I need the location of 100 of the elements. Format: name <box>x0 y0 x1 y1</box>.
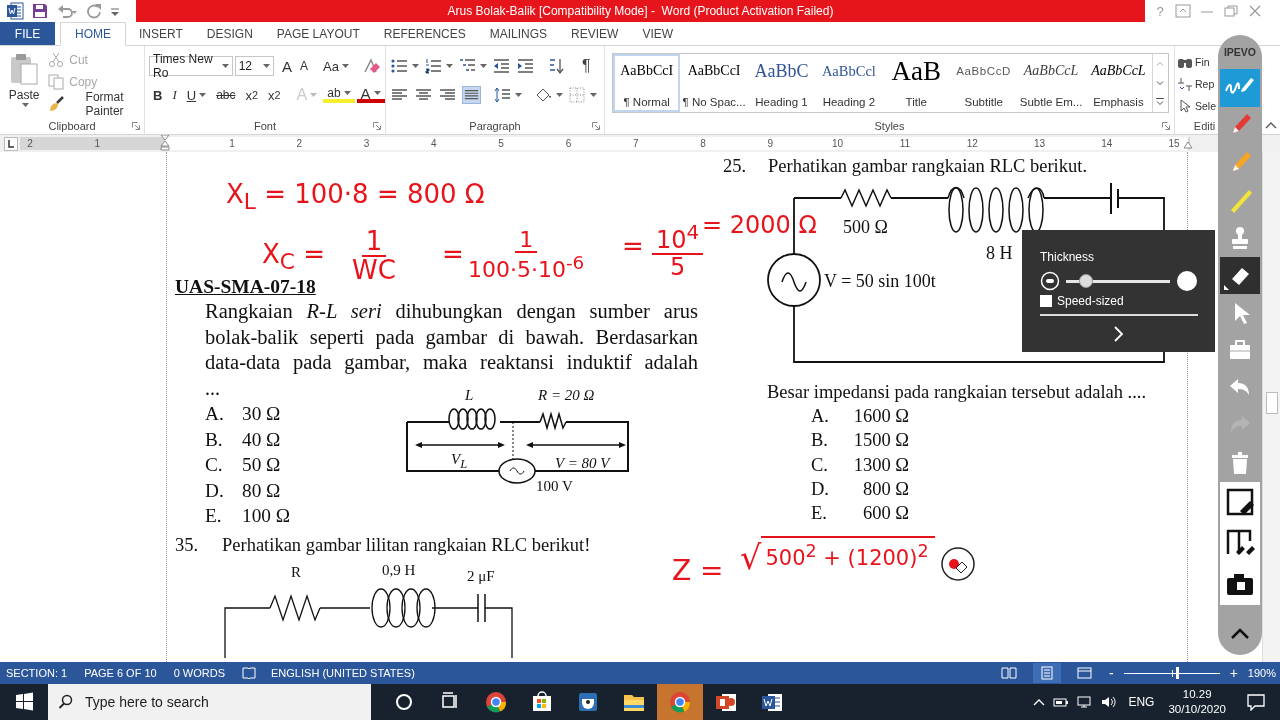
thickness-slider[interactable] <box>1066 274 1170 288</box>
caret-icon[interactable] <box>515 92 522 98</box>
caret-icon[interactable] <box>446 63 453 69</box>
dialog-launcher-icon[interactable] <box>132 121 140 130</box>
dialog-launcher-icon[interactable] <box>592 121 600 130</box>
bold-button[interactable]: B <box>149 85 167 105</box>
caret-icon[interactable] <box>263 63 271 69</box>
language-status[interactable]: ENGLISH (UNITED STATES) <box>271 667 415 679</box>
dialog-launcher-icon[interactable] <box>1162 121 1170 130</box>
ribbon-tab[interactable]: INSERT <box>128 22 194 45</box>
format-painter-button[interactable]: Format Painter <box>48 93 140 114</box>
zoom-slider[interactable] <box>1123 666 1220 680</box>
ribbon-display-icon[interactable] <box>1175 4 1191 18</box>
handwritten-note: 10$^{4}$ <box>652 222 704 256</box>
shading-icon[interactable] <box>534 86 553 104</box>
close-icon[interactable] <box>1247 4 1263 18</box>
ribbon-tab[interactable]: HOME <box>60 22 126 46</box>
find-button[interactable]: Fin <box>1177 51 1210 72</box>
clock-time[interactable]: 10.29 <box>1182 687 1212 702</box>
option-letter: A. <box>205 402 225 426</box>
ribbon-tab[interactable]: PAGE LAYOUT <box>265 22 371 45</box>
web-view-icon[interactable] <box>1076 665 1094 681</box>
next-chevron-icon[interactable] <box>1112 325 1126 343</box>
ribbon-tab[interactable]: REVIEW <box>560 22 630 45</box>
search-field[interactable]: Type here to search <box>48 684 371 720</box>
proofing-icon[interactable] <box>242 667 257 679</box>
font-name-field[interactable]: Times New Ro <box>149 56 233 76</box>
strikethrough-button[interactable]: abc <box>212 85 240 105</box>
margin-marker-icon[interactable] <box>1183 141 1193 149</box>
style-option[interactable]: AaBbCcD Subtitle <box>949 54 1018 112</box>
input-language[interactable]: ENG <box>1128 695 1155 709</box>
caret-icon[interactable] <box>343 90 351 96</box>
caret-icon[interactable] <box>412 63 419 69</box>
style-option[interactable]: AaBbC Heading 1 <box>747 54 816 112</box>
sort-icon[interactable] <box>547 57 566 75</box>
status-item[interactable]: 0 WORDS <box>173 667 226 679</box>
caret-icon[interactable] <box>221 63 229 69</box>
zoom-level[interactable]: 190% <box>1247 667 1276 679</box>
ruler-number: 8 <box>700 137 706 150</box>
change-case-button[interactable]: Aa <box>319 56 353 76</box>
status-item[interactable]: PAGE 6 OF 10 <box>84 667 157 679</box>
bullets-icon[interactable] <box>390 57 409 75</box>
zoom-out-button[interactable]: - <box>1109 665 1114 681</box>
notifications-icon[interactable] <box>1246 693 1266 711</box>
decrease-indent-icon[interactable] <box>492 57 511 75</box>
font-size-field[interactable]: 12 <box>234 56 275 76</box>
style-option[interactable]: AaBbCcL Emphasis <box>1084 54 1153 112</box>
style-option[interactable]: AaB Title <box>882 54 950 112</box>
caret-icon[interactable] <box>480 63 487 69</box>
indent-marker-icon[interactable] <box>160 135 170 151</box>
style-option[interactable]: AaBbCcI ¶ Normal <box>613 54 681 112</box>
numbering-icon[interactable] <box>424 57 443 75</box>
caret-icon[interactable] <box>22 103 30 108</box>
word-icon[interactable] <box>6 2 24 20</box>
status-item[interactable]: SECTION: 1 <box>6 667 68 679</box>
ribbon-tab[interactable]: MAILINGS <box>478 22 559 45</box>
battery-icon[interactable] <box>1052 695 1071 709</box>
undo-icon[interactable] <box>56 3 78 19</box>
underline-button[interactable]: U <box>182 85 211 105</box>
redo-icon[interactable] <box>86 3 102 19</box>
print-view-icon[interactable] <box>1038 665 1056 681</box>
line-spacing-icon[interactable] <box>493 86 512 104</box>
clear-formatting-icon[interactable] <box>361 56 381 76</box>
caret-icon[interactable] <box>373 90 381 96</box>
clock-date[interactable]: 30/10/2020 <box>1168 702 1226 717</box>
ribbon-tab[interactable]: DESIGN <box>195 22 264 45</box>
speed-sized-checkbox[interactable]: Speed-sized <box>1040 294 1124 308</box>
option-value: 40 Ω <box>242 427 281 452</box>
ribbon-tab[interactable]: REFERENCES <box>372 22 477 45</box>
circuit-label: R <box>291 563 301 581</box>
read-view-icon[interactable] <box>1000 665 1018 681</box>
grow-font-button[interactable]: A <box>279 56 296 76</box>
style-option[interactable]: AaBbCcI ¶ No Spac... <box>680 54 748 112</box>
font-color-button[interactable]: A <box>356 87 385 103</box>
file-tab[interactable]: FILE <box>0 22 55 45</box>
caret-icon[interactable] <box>199 92 207 98</box>
ribbon-tab[interactable]: VIEW <box>631 22 685 45</box>
italic-button[interactable]: I <box>168 85 181 105</box>
zoom-in-button[interactable]: + <box>1229 665 1238 681</box>
tab-selector-icon[interactable] <box>4 136 18 151</box>
eraser-cursor-icon <box>940 546 976 582</box>
style-option[interactable]: AaBbCcl Heading 2 <box>815 54 883 112</box>
ruler-number: 14 <box>1101 137 1113 150</box>
caret-icon[interactable] <box>556 92 563 98</box>
save-icon[interactable] <box>32 3 48 19</box>
caret-icon[interactable] <box>342 63 349 69</box>
shrink-font-button[interactable]: A <box>297 56 312 76</box>
dialog-launcher-icon[interactable] <box>373 121 381 130</box>
style-option[interactable]: AaBbCcL Subtle Em... <box>1017 54 1085 112</box>
increase-indent-icon[interactable] <box>516 57 535 75</box>
replace-button[interactable]: Rep <box>1177 73 1215 94</box>
scrollbar[interactable] <box>1262 152 1280 662</box>
caret-icon[interactable] <box>590 92 597 98</box>
paste-button[interactable]: Paste <box>4 49 45 117</box>
highlight-button[interactable]: ab <box>323 87 355 103</box>
show-formatting-button[interactable]: ¶ <box>578 56 595 76</box>
collapse-ribbon-icon[interactable] <box>1265 121 1277 129</box>
justify-icon[interactable] <box>462 86 481 104</box>
select-button[interactable]: Sele <box>1177 95 1216 116</box>
volume-icon[interactable] <box>1100 695 1119 709</box>
